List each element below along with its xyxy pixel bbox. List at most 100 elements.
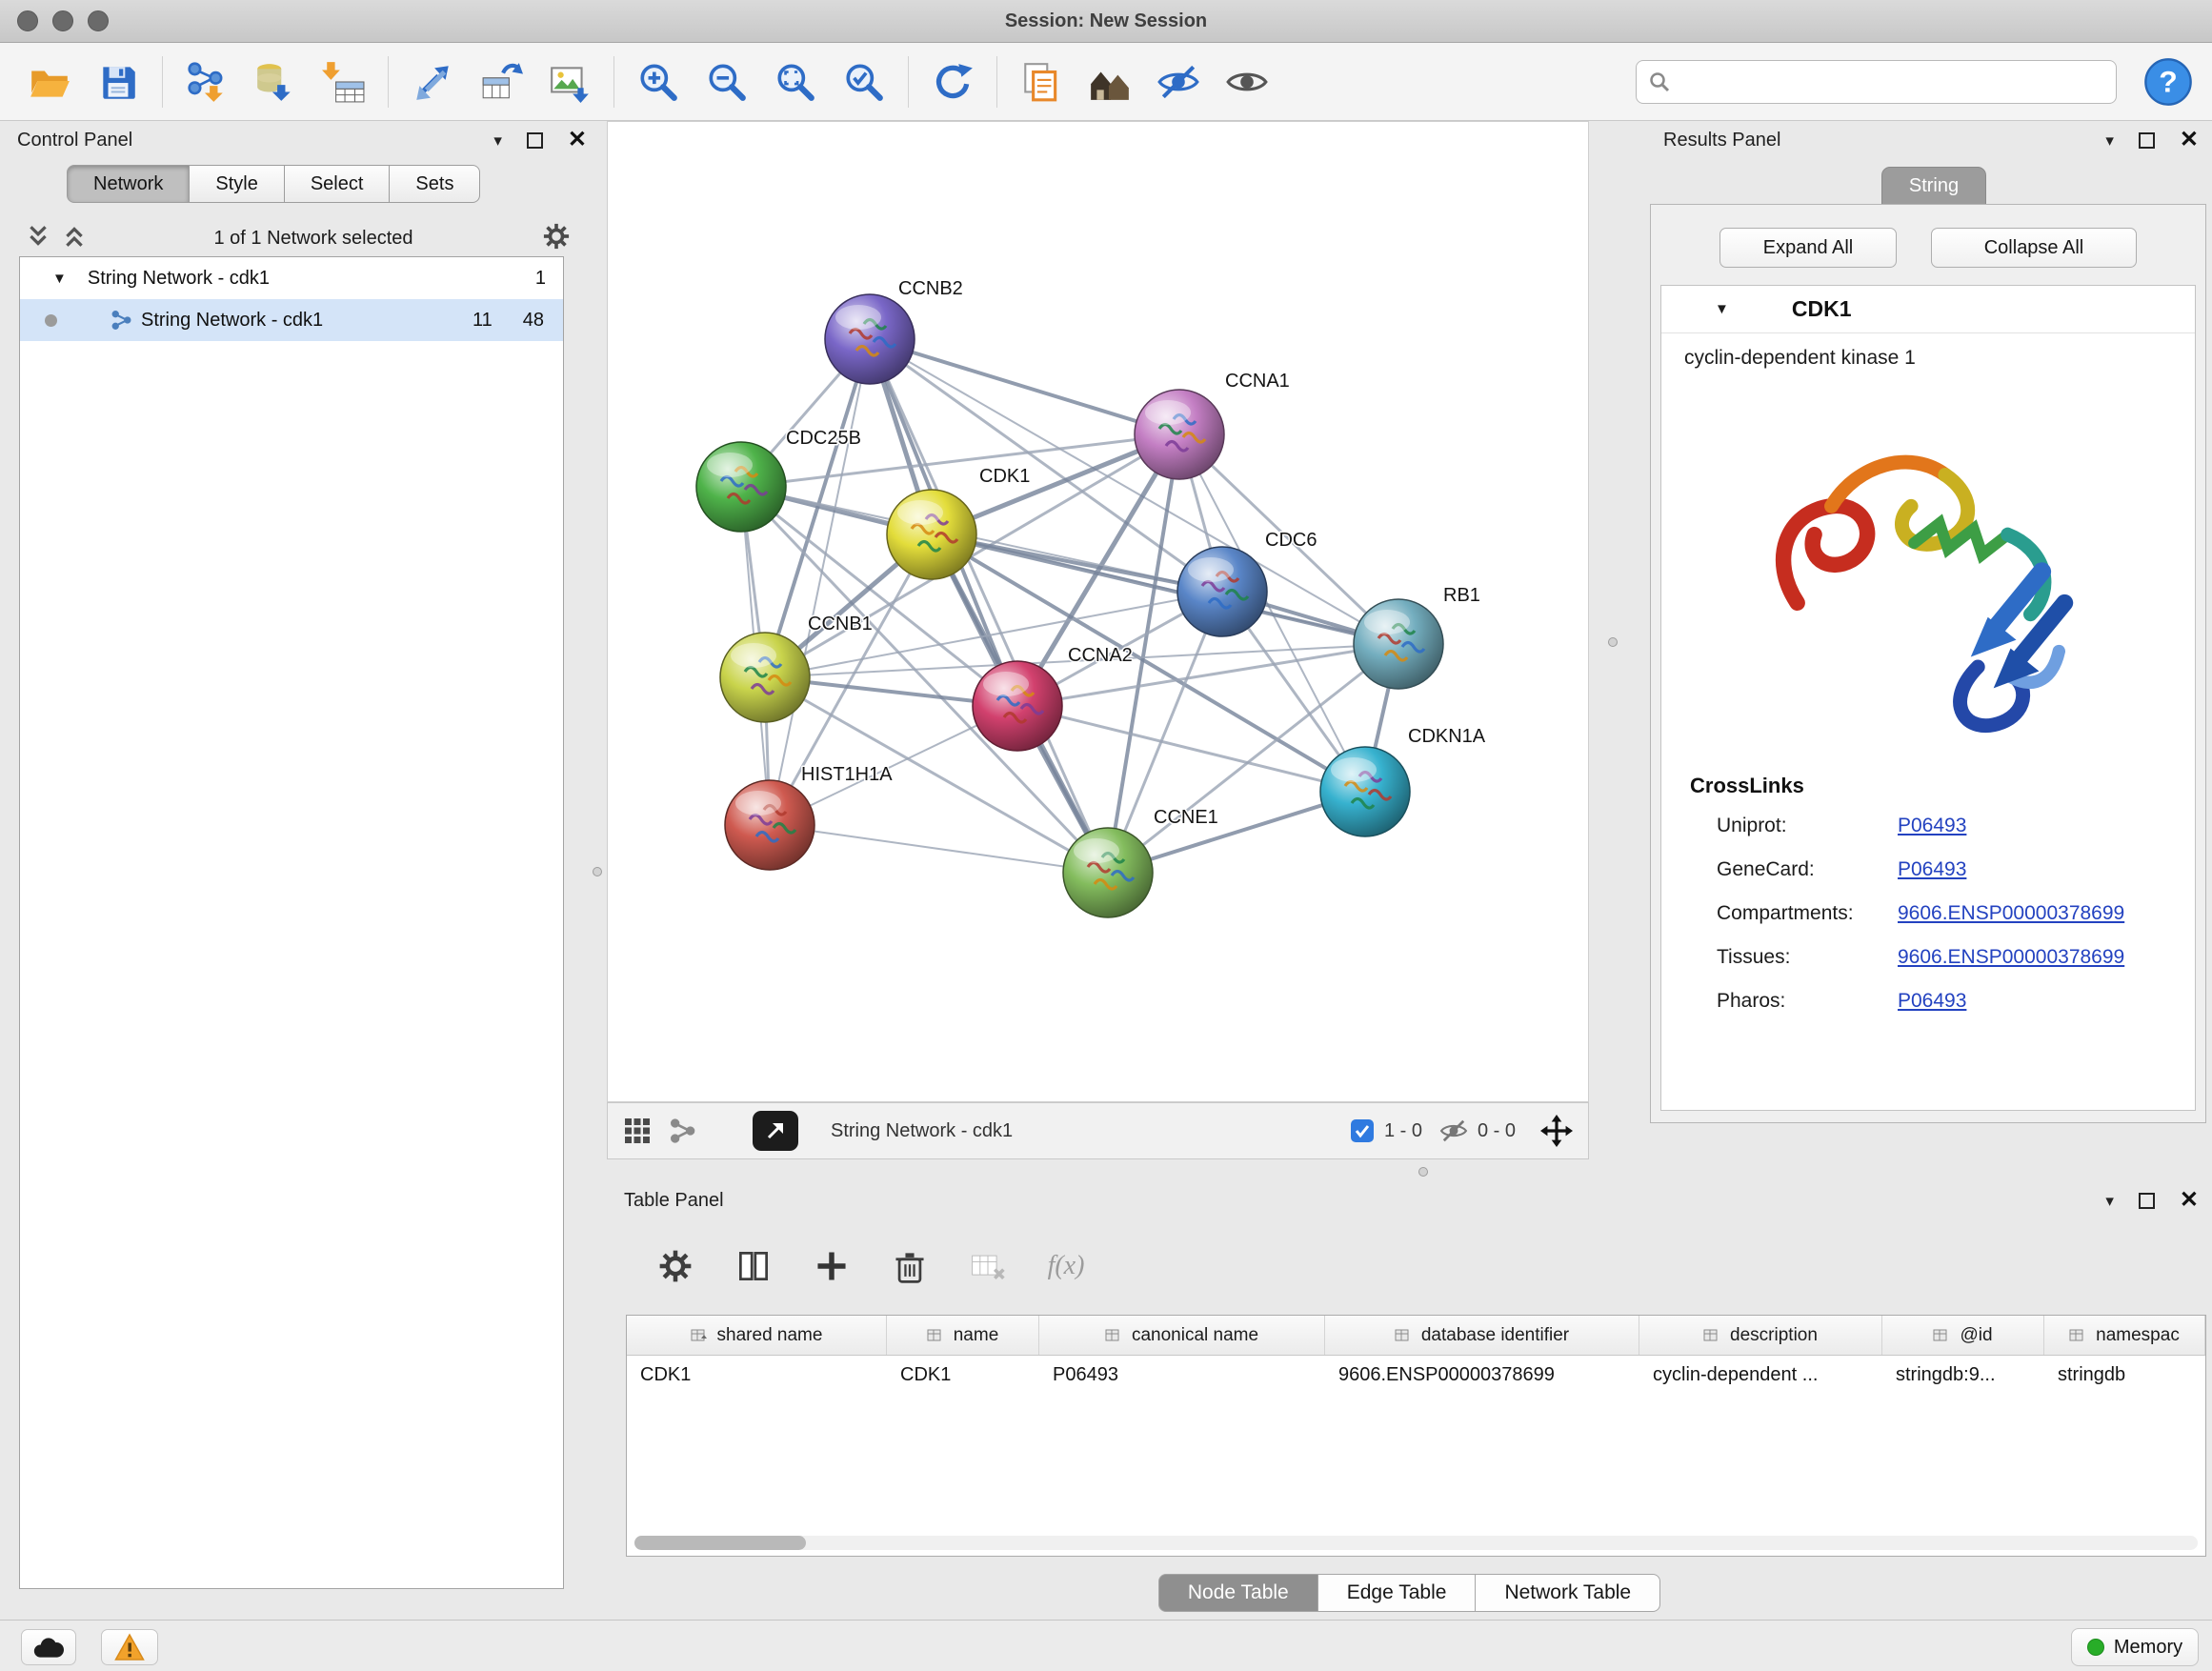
crosslink-link-compartments[interactable]: 9606.ENSP00000378699 <box>1898 902 2124 925</box>
zoom-fit-button[interactable] <box>761 50 830 113</box>
cell-canonical-name[interactable]: P06493 <box>1039 1356 1325 1394</box>
cell-description[interactable]: cyclin-dependent ... <box>1639 1356 1882 1394</box>
cell-name[interactable]: CDK1 <box>887 1356 1039 1394</box>
network-node-label: CCNB1 <box>808 614 873 634</box>
import-network-from-file-button[interactable] <box>172 50 241 113</box>
crosslink-link-pharos[interactable]: P06493 <box>1898 990 1966 1013</box>
cell-database-identifier[interactable]: 9606.ENSP00000378699 <box>1325 1356 1639 1394</box>
crosslink-link-uniprot[interactable]: P06493 <box>1898 815 1966 837</box>
delete-table-button[interactable] <box>965 1243 1011 1289</box>
network-edge[interactable] <box>770 339 870 825</box>
delete-column-button[interactable] <box>887 1243 933 1289</box>
grid-view-icon[interactable] <box>623 1117 652 1145</box>
hide-graphics-details-button[interactable] <box>1144 50 1213 113</box>
toolbar-separator <box>388 56 389 108</box>
tab-string[interactable]: String <box>1881 167 1986 205</box>
tab-select[interactable]: Select <box>285 165 391 203</box>
hidden-eye-slash-icon[interactable] <box>1439 1117 1468 1145</box>
function-builder-button[interactable]: f(x) <box>1043 1243 1089 1289</box>
column-header-shared-name[interactable]: shared name <box>627 1316 887 1355</box>
selected-checkbox-icon[interactable] <box>1350 1118 1375 1143</box>
scrollbar-thumb[interactable] <box>634 1536 806 1550</box>
panel-menu-icon[interactable]: ▾ <box>493 132 502 149</box>
table-settings-button[interactable] <box>653 1243 698 1289</box>
warnings-button[interactable] <box>101 1629 158 1665</box>
collapse-all-networks-icon[interactable] <box>27 224 50 253</box>
collapse-all-button[interactable]: Collapse All <box>1931 228 2137 268</box>
network-edge[interactable] <box>870 339 1108 873</box>
bottom-splitter-handle[interactable] <box>1418 1167 1428 1177</box>
close-panel-icon[interactable]: ✕ <box>2180 1189 2199 1212</box>
cell-shared-name[interactable]: CDK1 <box>627 1356 887 1394</box>
left-splitter-handle[interactable] <box>593 867 602 876</box>
crosslink-link-genecard[interactable]: P06493 <box>1898 858 1966 881</box>
network-graph[interactable]: CCNB2CCNA1CDC25BCDK1CDC6RB1CCNB1CCNA2CDK… <box>608 122 1588 1101</box>
float-panel-icon[interactable] <box>2139 1193 2155 1209</box>
tab-node-table[interactable]: Node Table <box>1158 1574 1318 1612</box>
close-window-button[interactable] <box>17 10 38 31</box>
open-session-button[interactable] <box>15 50 84 113</box>
column-header-description[interactable]: description <box>1639 1316 1882 1355</box>
collection-expand-icon[interactable]: ▼ <box>52 271 67 287</box>
duplicate-network-button[interactable] <box>1007 50 1076 113</box>
birds-eye-view-button[interactable] <box>1076 50 1144 113</box>
network-options-gear-icon[interactable] <box>541 221 572 256</box>
import-network-from-database-button[interactable] <box>241 50 310 113</box>
help-button[interactable]: ? <box>2143 57 2193 107</box>
network-node-label: CCNB2 <box>898 278 963 299</box>
zoom-selected-button[interactable] <box>830 50 898 113</box>
expand-all-networks-icon[interactable] <box>63 224 86 253</box>
zoom-in-button[interactable] <box>624 50 693 113</box>
float-panel-icon[interactable] <box>2139 132 2155 149</box>
network-share-icon[interactable] <box>669 1117 695 1144</box>
first-neighbors-button[interactable] <box>398 50 467 113</box>
cloud-status-button[interactable] <box>21 1629 76 1665</box>
tab-sets[interactable]: Sets <box>390 165 480 203</box>
export-image-button[interactable] <box>535 50 604 113</box>
zoom-out-button[interactable] <box>693 50 761 113</box>
network-row[interactable]: String Network - cdk1 11 48 <box>20 299 563 341</box>
close-panel-icon[interactable]: ✕ <box>2180 129 2199 151</box>
new-network-from-selection-button[interactable] <box>467 50 535 113</box>
network-edge[interactable] <box>870 339 1398 644</box>
table-row[interactable]: CDK1 CDK1 P06493 9606.ENSP00000378699 cy… <box>627 1356 2205 1394</box>
add-column-button[interactable] <box>809 1243 855 1289</box>
network-edge[interactable] <box>770 825 1108 873</box>
tab-style[interactable]: Style <box>190 165 284 203</box>
zoom-fit-icon <box>774 60 817 104</box>
import-table-from-file-button[interactable] <box>310 50 378 113</box>
network-canvas[interactable]: CCNB2CCNA1CDC25BCDK1CDC6RB1CCNB1CCNA2CDK… <box>607 121 1589 1102</box>
detach-view-button[interactable] <box>753 1111 798 1151</box>
column-header-id[interactable]: @id <box>1882 1316 2044 1355</box>
column-header-name[interactable]: name <box>887 1316 1039 1355</box>
cell-namespace[interactable]: stringdb <box>2044 1356 2205 1394</box>
expand-all-button[interactable]: Expand All <box>1719 228 1897 268</box>
maximize-window-button[interactable] <box>88 10 109 31</box>
tab-network[interactable]: Network <box>67 165 190 203</box>
show-graphics-details-button[interactable] <box>1213 50 1281 113</box>
close-panel-icon[interactable]: ✕ <box>568 129 587 151</box>
panel-menu-icon[interactable]: ▾ <box>2105 1193 2114 1209</box>
network-edge[interactable] <box>870 339 1179 434</box>
panel-menu-icon[interactable]: ▾ <box>2105 132 2114 149</box>
column-header-database-identifier[interactable]: database identifier <box>1325 1316 1639 1355</box>
detach-arrow-icon <box>764 1119 787 1142</box>
horizontal-scrollbar[interactable] <box>634 1536 2198 1550</box>
pan-mode-icon[interactable] <box>1540 1115 1573 1147</box>
float-panel-icon[interactable] <box>527 132 543 149</box>
save-session-button[interactable] <box>84 50 152 113</box>
network-collection-row[interactable]: ▼ String Network - cdk1 1 <box>20 257 563 299</box>
column-header-canonical-name[interactable]: canonical name <box>1039 1316 1325 1355</box>
tab-edge-table[interactable]: Edge Table <box>1318 1574 1477 1612</box>
show-columns-button[interactable] <box>731 1243 776 1289</box>
minimize-window-button[interactable] <box>52 10 73 31</box>
apply-layout-button[interactable] <box>918 50 987 113</box>
right-splitter-handle[interactable] <box>1608 637 1618 647</box>
crosslink-link-tissues[interactable]: 9606.ENSP00000378699 <box>1898 946 2124 969</box>
column-header-namespace[interactable]: namespac <box>2044 1316 2205 1355</box>
search-input[interactable] <box>1679 70 2104 92</box>
tab-network-table[interactable]: Network Table <box>1476 1574 1660 1612</box>
cell-id[interactable]: stringdb:9... <box>1882 1356 2044 1394</box>
gene-collapse-icon[interactable]: ▼ <box>1715 301 1729 317</box>
memory-button[interactable]: Memory <box>2071 1628 2199 1666</box>
